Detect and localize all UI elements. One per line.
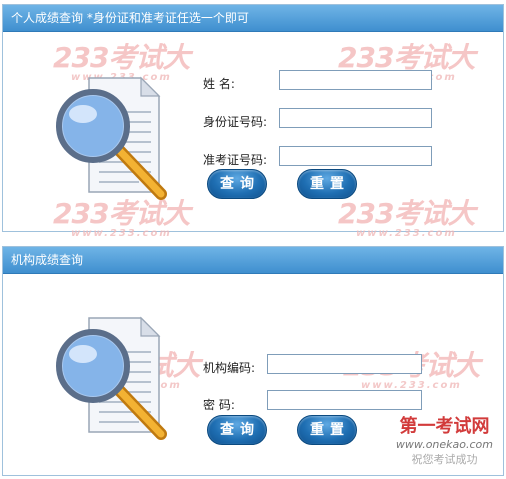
name-label: 姓 名: <box>203 77 235 91</box>
org-query-header: 机构成绩查询 <box>3 247 503 274</box>
query-button[interactable]: 查询 <box>207 415 267 445</box>
org-query-panel: 机构成绩查询 233考试大www.233.com 233考试大www.233.c… <box>2 246 504 476</box>
personal-query-header: 个人成绩查询 *身份证和准考证任选一个即可 <box>3 5 503 32</box>
query-button[interactable]: 查询 <box>207 169 267 199</box>
document-magnifier-icon <box>49 72 179 205</box>
name-input[interactable] <box>279 70 432 90</box>
brand-watermark: 233考试大www.233.com <box>338 197 475 239</box>
id-card-input[interactable] <box>279 108 432 128</box>
document-magnifier-icon <box>49 312 179 445</box>
reset-button[interactable]: 重置 <box>297 169 357 199</box>
password-label: 密 码: <box>203 398 235 412</box>
org-code-label: 机构编码: <box>203 361 256 375</box>
exam-ticket-input[interactable] <box>279 146 432 166</box>
personal-query-panel: 个人成绩查询 *身份证和准考证任选一个即可 233考试大www.233.com … <box>2 4 504 239</box>
exam-ticket-label: 准考证号码: <box>203 153 268 167</box>
id-card-label: 身份证号码: <box>203 115 268 129</box>
org-code-input[interactable] <box>267 354 422 374</box>
password-input[interactable] <box>267 390 422 410</box>
reset-button[interactable]: 重置 <box>297 415 357 445</box>
site-watermark: 第一考试网 www.onekao.com 祝您考试成功 <box>395 416 493 466</box>
